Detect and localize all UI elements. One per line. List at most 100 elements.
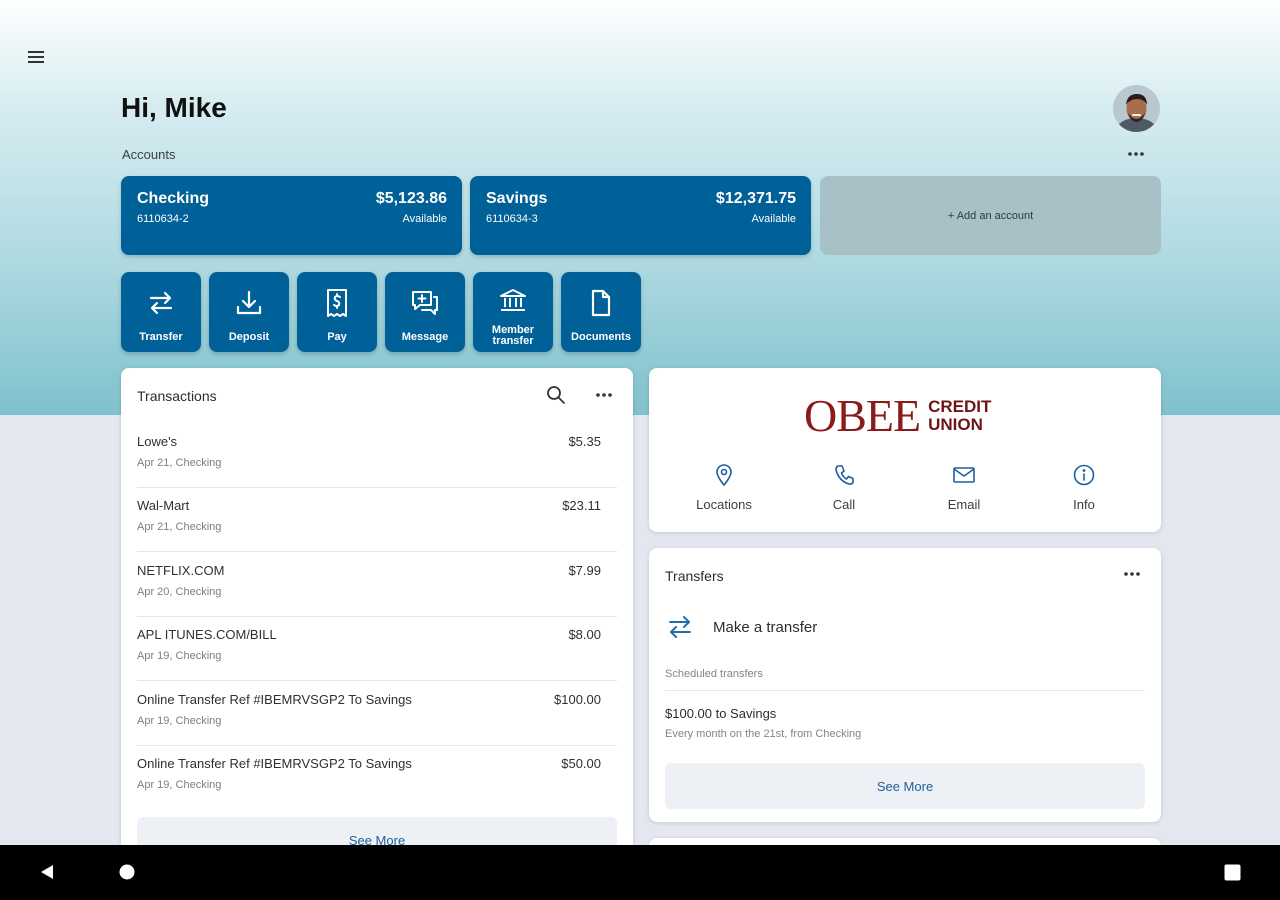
transaction-date-account: Apr 19, Checking [137,650,222,662]
account-name: Savings [486,190,548,207]
action-transfer[interactable]: Transfer [121,272,201,352]
action-pay[interactable]: Pay [297,272,377,352]
transaction-description: APL ITUNES.COM/BILL [137,627,277,642]
more-horizontal-icon [1124,572,1140,576]
back-triangle-icon [41,865,53,879]
action-label: Documents [571,331,631,343]
scheduled-transfer-detail: Every month on the 21st, from Checking [665,728,862,740]
recents-button[interactable] [1224,864,1241,886]
recents-square-icon [1224,864,1241,881]
location-pin-icon [716,464,732,487]
logo-wordmark: OBEE [804,390,921,441]
system-navigation-bar [0,845,1280,900]
account-card-checking[interactable]: Checking $5,123.86 6110634-2 Available [121,176,462,255]
make-transfer-button[interactable]: Make a transfer [665,605,1145,649]
search-icon [547,386,565,404]
account-name: Checking [137,190,210,207]
transactions-more-button[interactable] [591,386,617,404]
avatar[interactable] [1113,85,1160,132]
transaction-row[interactable]: Online Transfer Ref #IBEMRVSGP2 To Savin… [137,746,617,810]
transaction-description: Lowe's [137,434,178,449]
search-button[interactable] [545,384,569,406]
transaction-date-account: Apr 20, Checking [137,586,222,598]
action-documents[interactable]: Documents [561,272,641,352]
transaction-date-account: Apr 21, Checking [137,521,222,533]
transaction-amount: $7.99 [568,563,601,578]
transaction-row[interactable]: Wal-Mart $23.11 Apr 21, Checking [137,488,617,552]
accounts-label: Accounts [122,147,176,162]
document-icon [591,289,611,317]
transaction-row[interactable]: NETFLIX.COM $7.99 Apr 20, Checking [137,553,617,617]
transfer-icon [669,616,691,638]
quick-link-locations[interactable]: Locations [679,463,769,512]
accounts-more-button[interactable] [1123,145,1149,163]
transaction-description: NETFLIX.COM [137,563,225,578]
transfer-icon [149,291,173,315]
home-button[interactable] [119,864,135,885]
divider [665,690,1145,691]
account-card-savings[interactable]: Savings $12,371.75 6110634-3 Available [470,176,811,255]
account-balance: $5,123.86 [375,190,447,207]
more-horizontal-icon [596,393,612,397]
transaction-amount: $23.11 [562,498,601,513]
account-number: 6110634-2 [137,213,189,225]
transactions-title: Transactions [137,388,217,404]
transaction-amount: $100.00 [554,692,601,707]
transaction-row[interactable]: Online Transfer Ref #IBEMRVSGP2 To Savin… [137,682,617,746]
download-icon [236,290,262,315]
message-icon [412,291,438,315]
action-label: Deposit [228,331,270,343]
more-horizontal-icon [1128,152,1144,156]
scheduled-transfer-title: $100.00 to Savings [665,706,777,721]
info-icon [1073,464,1095,486]
account-status: Available [402,213,447,225]
credit-union-logo: OBEE CREDIT UNION [804,393,991,439]
action-label: Pay [327,331,347,343]
bank-icon [500,289,526,311]
quick-link-call[interactable]: Call [799,463,889,512]
home-circle-icon [119,864,135,880]
logo-line-1: CREDIT [928,397,992,416]
action-member-transfer[interactable]: Member transfer [473,272,553,352]
transfers-see-more-button[interactable]: See More [665,763,1145,809]
quick-link-info[interactable]: Info [1039,463,1129,512]
back-button[interactable] [38,863,56,886]
greeting: Hi, Mike [121,92,227,123]
transfers-title: Transfers [665,568,724,584]
quick-link-label: Call [832,497,856,512]
transaction-amount: $5.35 [568,434,601,449]
phone-icon [835,465,854,485]
quick-link-email[interactable]: Email [919,463,1009,512]
logo-subtitle: CREDIT UNION [928,398,991,434]
bill-icon [327,289,347,317]
add-account-button[interactable]: + Add an account [820,176,1161,255]
action-label: Member transfer [491,324,535,347]
email-icon [953,467,975,483]
account-number: 6110634-3 [486,213,538,225]
make-transfer-label: Make a transfer [713,618,818,636]
transfers-more-button[interactable] [1119,565,1145,583]
quick-link-label: Info [1073,497,1095,512]
action-label: Message [401,331,449,343]
scheduled-transfers-label: Scheduled transfers [665,668,763,680]
transaction-date-account: Apr 19, Checking [137,715,222,727]
transactions-card: Transactions Lowe's $5.35 Apr 21, Checki… [121,368,633,868]
action-deposit[interactable]: Deposit [209,272,289,352]
quick-link-label: Email [947,497,981,512]
hamburger-icon [28,51,44,63]
scheduled-transfer-item[interactable]: $100.00 to Savings Every month on the 21… [665,700,1145,746]
transaction-amount: $8.00 [568,627,601,642]
transfers-card: Transfers Scheduled transfers $100.00 to… [649,548,1161,822]
transaction-date-account: Apr 21, Checking [137,457,222,469]
transaction-description: Online Transfer Ref #IBEMRVSGP2 To Savin… [137,756,412,771]
action-label: Transfer [139,331,183,343]
transaction-row[interactable]: APL ITUNES.COM/BILL $8.00 Apr 19, Checki… [137,617,617,681]
transaction-description: Wal-Mart [137,498,190,513]
logo-line-2: UNION [928,415,983,434]
transaction-date-account: Apr 19, Checking [137,779,222,791]
transaction-description: Online Transfer Ref #IBEMRVSGP2 To Savin… [137,692,412,707]
transaction-row[interactable]: Lowe's $5.35 Apr 21, Checking [137,424,617,488]
menu-button[interactable] [22,44,50,70]
action-message[interactable]: Message [385,272,465,352]
quick-link-label: Locations [696,497,752,512]
